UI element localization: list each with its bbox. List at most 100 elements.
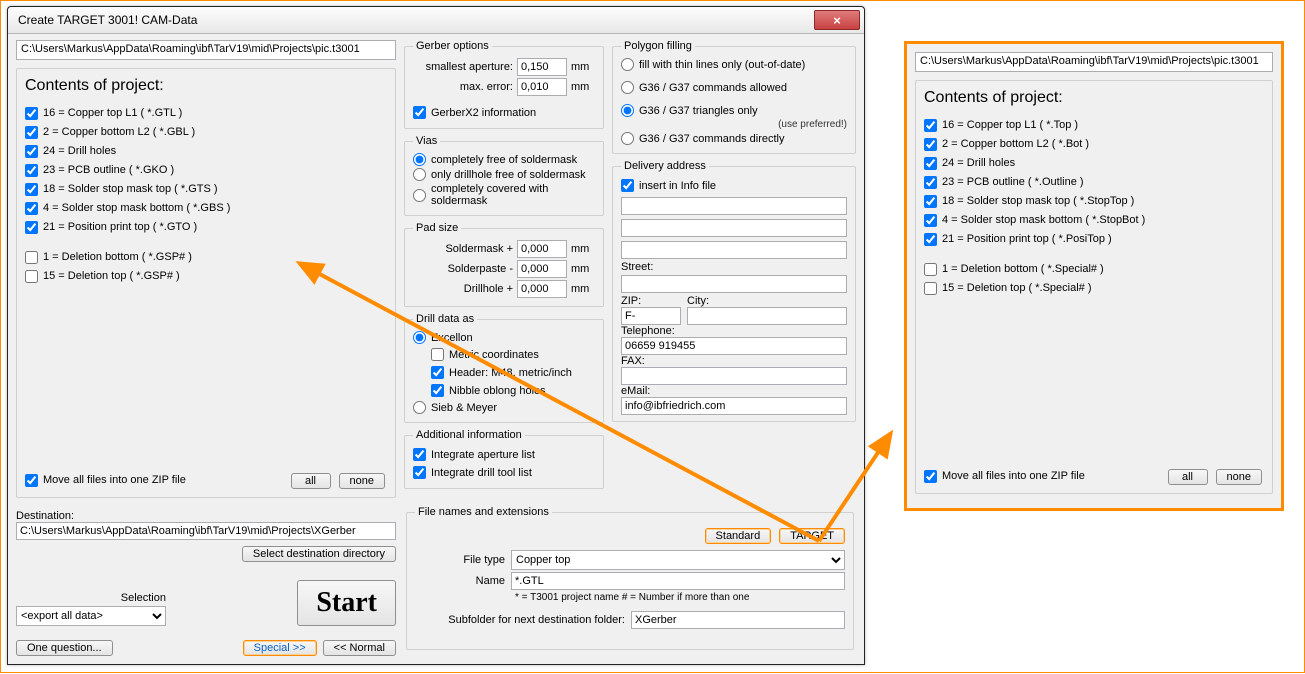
metric-checkbox[interactable]	[431, 348, 444, 361]
contents-group: Contents of project: 16 = Copper top L1 …	[16, 68, 396, 498]
layer-row: 1 = Deletion bottom ( *.Special# )	[924, 260, 1264, 278]
drilldata-group: Drill data as Excellon Metric coordinate…	[404, 313, 604, 423]
layer-checkbox[interactable]	[924, 233, 937, 246]
sieb-radio[interactable]	[413, 401, 426, 414]
layer-checkbox[interactable]	[924, 157, 937, 170]
layer-checkbox[interactable]	[924, 138, 937, 151]
window-title: Create TARGET 3001! CAM-Data	[12, 13, 814, 27]
layer-label: 16 = Copper top L1 ( *.Top )	[942, 119, 1078, 131]
layer-row: 2 = Copper bottom L2 ( *.Bot )	[924, 135, 1264, 153]
callout-path[interactable]: C:\Users\Markus\AppData\Roaming\ibf\TarV…	[915, 52, 1273, 72]
fax-input[interactable]	[621, 367, 847, 385]
drilltool-checkbox[interactable]	[413, 466, 426, 479]
close-button[interactable]: ×	[814, 10, 860, 30]
layer-label: 15 = Deletion top ( *.GSP# )	[43, 270, 180, 282]
vias-drillhole-radio[interactable]	[413, 168, 426, 181]
layer-checkbox[interactable]	[25, 202, 38, 215]
layer-checkbox[interactable]	[924, 195, 937, 208]
layer-checkbox[interactable]	[924, 214, 937, 227]
callout-none-button[interactable]: none	[1216, 469, 1262, 485]
layer-checkbox[interactable]	[25, 126, 38, 139]
name-input[interactable]	[511, 572, 845, 590]
polyfill-triangles-radio[interactable]	[621, 104, 634, 117]
one-question-button[interactable]: One question...	[16, 640, 113, 656]
titlebar: Create TARGET 3001! CAM-Data ×	[8, 7, 864, 34]
standard-button[interactable]: Standard	[705, 528, 772, 544]
nibble-checkbox[interactable]	[431, 384, 444, 397]
zip-checkbox[interactable]	[25, 474, 38, 487]
callout-contents-group: Contents of project: 16 = Copper top L1 …	[915, 80, 1273, 494]
street-input[interactable]	[621, 275, 847, 293]
layer-row: 24 = Drill holes	[25, 142, 387, 160]
normal-button[interactable]: << Normal	[323, 640, 396, 656]
layer-row: 18 = Solder stop mask top ( *.GTS )	[25, 180, 387, 198]
layer-checkbox[interactable]	[25, 270, 38, 283]
layer-row: 21 = Position print top ( *.PosiTop )	[924, 230, 1264, 248]
polyfill-thinlines-radio[interactable]	[621, 58, 634, 71]
selection-combo[interactable]: <export all data>	[16, 606, 166, 626]
drillhole-input[interactable]	[517, 280, 567, 298]
layer-row: 1 = Deletion bottom ( *.GSP# )	[25, 248, 387, 266]
layer-checkbox[interactable]	[25, 221, 38, 234]
close-icon: ×	[833, 13, 841, 28]
layer-checkbox[interactable]	[25, 145, 38, 158]
addr-line1[interactable]	[621, 197, 847, 215]
layer-checkbox[interactable]	[924, 263, 937, 276]
gerberx2-checkbox[interactable]	[413, 106, 426, 119]
layer-label: 4 = Solder stop mask bottom ( *.GBS )	[43, 202, 230, 214]
layer-label: 4 = Solder stop mask bottom ( *.StopBot …	[942, 214, 1145, 226]
target-button[interactable]: TARGET	[779, 528, 845, 544]
vias-group: Vias completely free of soldermask only …	[404, 135, 604, 216]
layer-checkbox[interactable]	[924, 176, 937, 189]
layer-label: 16 = Copper top L1 ( *.GTL )	[43, 107, 182, 119]
special-button[interactable]: Special >>	[243, 640, 317, 656]
zip-input[interactable]	[621, 307, 681, 325]
addr-line3[interactable]	[621, 241, 847, 259]
polyfill-allowed-radio[interactable]	[621, 81, 634, 94]
destination-input[interactable]	[16, 522, 396, 540]
vias-covered-radio[interactable]	[413, 189, 426, 202]
header-checkbox[interactable]	[431, 366, 444, 379]
layer-label: 24 = Drill holes	[43, 145, 116, 157]
layer-row: 4 = Solder stop mask bottom ( *.StopBot …	[924, 211, 1264, 229]
insert-info-checkbox[interactable]	[621, 179, 634, 192]
excellon-radio[interactable]	[413, 331, 426, 344]
solderpaste-input[interactable]	[517, 260, 567, 278]
callout-all-button[interactable]: all	[1168, 469, 1208, 485]
select-dest-button[interactable]: Select destination directory	[242, 546, 396, 562]
all-button[interactable]: all	[291, 473, 331, 489]
subfolder-input[interactable]	[631, 611, 845, 629]
callout-zip-checkbox[interactable]	[924, 470, 937, 483]
layer-checkbox[interactable]	[924, 119, 937, 132]
layer-label: 2 = Copper bottom L2 ( *.GBL )	[43, 126, 195, 138]
layer-checkbox[interactable]	[25, 183, 38, 196]
email-input[interactable]	[621, 397, 847, 415]
start-button[interactable]: Start	[297, 580, 396, 626]
layer-row: 2 = Copper bottom L2 ( *.GBL )	[25, 123, 387, 141]
layer-label: 21 = Position print top ( *.GTO )	[43, 221, 197, 233]
polyfill-direct-radio[interactable]	[621, 132, 634, 145]
layer-checkbox[interactable]	[25, 251, 38, 264]
layer-label: 1 = Deletion bottom ( *.GSP# )	[43, 251, 192, 263]
max-error-input[interactable]	[517, 78, 567, 96]
tel-input[interactable]	[621, 337, 847, 355]
layer-row: 21 = Position print top ( *.GTO )	[25, 218, 387, 236]
contents-heading: Contents of project:	[25, 77, 387, 95]
city-input[interactable]	[687, 307, 847, 325]
dialog-window: Create TARGET 3001! CAM-Data × C:\Users\…	[7, 6, 865, 665]
vias-free-radio[interactable]	[413, 153, 426, 166]
smallest-aperture-input[interactable]	[517, 58, 567, 76]
layer-row: 15 = Deletion top ( *.Special# )	[924, 279, 1264, 297]
aperture-checkbox[interactable]	[413, 448, 426, 461]
layer-row: 16 = Copper top L1 ( *.GTL )	[25, 104, 387, 122]
layer-checkbox[interactable]	[25, 164, 38, 177]
layer-label: 18 = Solder stop mask top ( *.StopTop )	[942, 195, 1134, 207]
none-button[interactable]: none	[339, 473, 385, 489]
filetype-combo[interactable]: Copper top	[511, 550, 845, 570]
soldermask-input[interactable]	[517, 240, 567, 258]
layer-checkbox[interactable]	[25, 107, 38, 120]
layer-checkbox[interactable]	[924, 282, 937, 295]
addr-line2[interactable]	[621, 219, 847, 237]
layer-row: 23 = PCB outline ( *.Outline )	[924, 173, 1264, 191]
project-path[interactable]: C:\Users\Markus\AppData\Roaming\ibf\TarV…	[16, 40, 396, 60]
